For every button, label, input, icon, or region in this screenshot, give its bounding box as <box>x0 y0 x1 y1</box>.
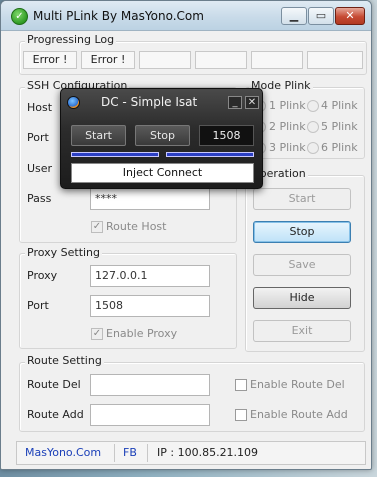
route-del-input[interactable] <box>90 374 210 396</box>
save-button[interactable]: Save <box>253 254 351 276</box>
plink-5-label: 5 Plink <box>321 120 358 133</box>
ip-address: IP : 100.85.21.109 <box>157 446 259 459</box>
window-title: Multi PLink By MasYono.Com <box>33 9 204 23</box>
enable-route-del-label: Enable Route Del <box>250 378 345 391</box>
stop-button[interactable]: Stop <box>253 221 351 243</box>
exit-button[interactable]: Exit <box>253 320 351 342</box>
status-divider-1 <box>114 444 115 462</box>
dialog-close-button[interactable]: ✕ <box>245 96 259 109</box>
plink-1-label: 1 Plink <box>269 99 306 112</box>
dialog-start-button[interactable]: Start <box>71 125 126 146</box>
plink-6-label: 6 Plink <box>321 141 358 154</box>
proxy-label: Proxy <box>27 269 58 282</box>
log-cell-4 <box>195 51 247 69</box>
port-label: Port <box>27 131 49 144</box>
plink-5-radio[interactable] <box>307 121 319 133</box>
plink-4-label: 4 Plink <box>321 99 358 112</box>
plink-2-label: 2 Plink <box>269 120 306 133</box>
plink-6-radio[interactable] <box>307 142 319 154</box>
route-host-checkbox[interactable]: ✓ <box>91 221 103 233</box>
log-cell-3 <box>139 51 191 69</box>
status-bar: MasYono.Com FB IP : 100.85.21.109 <box>16 441 366 465</box>
host-label: Host <box>27 101 53 114</box>
app-logo-icon: ✓ <box>11 8 28 25</box>
proxy-setting-label: Proxy Setting <box>25 246 103 259</box>
enable-proxy-checkbox[interactable]: ✓ <box>91 328 103 340</box>
dialog-minimize-button[interactable]: _ <box>228 96 242 109</box>
pass-label: Pass <box>27 192 52 205</box>
proxy-input[interactable]: 127.0.0.1 <box>90 265 210 287</box>
dialog-stop-button[interactable]: Stop <box>135 125 190 146</box>
close-button[interactable]: ✕ <box>335 7 365 25</box>
enable-route-add-checkbox[interactable] <box>235 409 247 421</box>
route-host-label: Route Host <box>106 220 167 233</box>
route-add-input[interactable] <box>90 404 210 426</box>
proxy-port-label: Port <box>27 299 49 312</box>
log-cell-5 <box>251 51 303 69</box>
maximize-button[interactable]: ▭ <box>308 7 334 25</box>
dc-simple-isat-dialog: DC - Simple Isat _ ✕ Start Stop 1508 Inj… <box>60 88 263 189</box>
main-window: ✓ Multi PLink By MasYono.Com ▁ ▭ ✕ Progr… <box>0 0 372 470</box>
dialog-port-field[interactable]: 1508 <box>199 125 254 146</box>
enable-route-del-checkbox[interactable] <box>235 379 247 391</box>
status-divider-2 <box>147 444 148 462</box>
pass-input[interactable]: **** <box>90 188 210 210</box>
route-del-label: Route Del <box>27 378 81 391</box>
plink-4-radio[interactable] <box>307 100 319 112</box>
dialog-logo-icon <box>67 96 80 109</box>
title-bar[interactable]: ✓ Multi PLink By MasYono.Com ▁ ▭ ✕ <box>1 1 371 31</box>
plink-3-label: 3 Plink <box>269 141 306 154</box>
inject-connect-button[interactable]: Inject Connect <box>71 163 254 183</box>
fb-link[interactable]: FB <box>123 442 137 464</box>
log-cell-2: Error ! <box>81 51 135 69</box>
proxy-port-input[interactable]: 1508 <box>90 295 210 317</box>
dialog-progress-bar-right <box>166 152 254 157</box>
minimize-button[interactable]: ▁ <box>281 7 307 25</box>
enable-proxy-label: Enable Proxy <box>106 327 178 340</box>
progress-log-label: Progressing Log <box>25 33 117 46</box>
start-button[interactable]: Start <box>253 188 351 210</box>
route-add-label: Route Add <box>27 408 84 421</box>
hide-button[interactable]: Hide <box>253 287 351 309</box>
dialog-progress-bar-left <box>71 152 159 157</box>
site-link[interactable]: MasYono.Com <box>25 442 101 464</box>
enable-route-add-label: Enable Route Add <box>250 408 348 421</box>
log-cell-6 <box>307 51 363 69</box>
user-label: User <box>27 162 53 175</box>
log-cell-1: Error ! <box>23 51 77 69</box>
route-setting-label: Route Setting <box>25 354 104 367</box>
dialog-title: DC - Simple Isat <box>101 95 198 109</box>
